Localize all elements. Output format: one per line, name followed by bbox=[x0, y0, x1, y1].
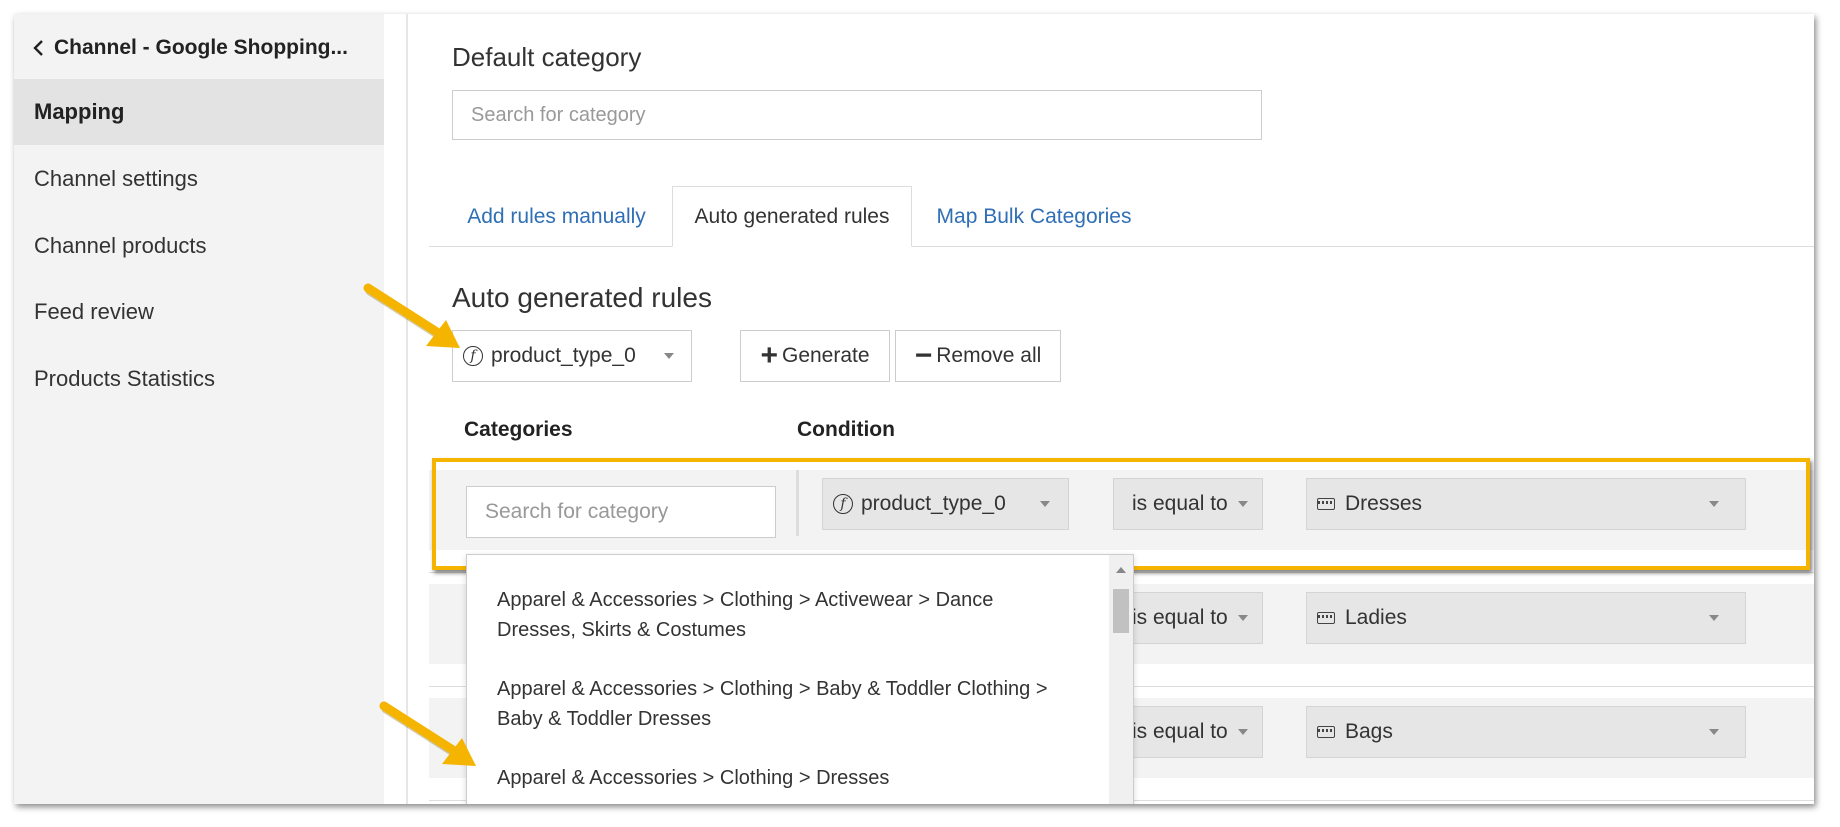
category-suggestion-dresses[interactable]: Apparel & Accessories > Clothing > Dress… bbox=[497, 763, 1077, 793]
rule-value: Bags bbox=[1345, 720, 1393, 743]
annotation-arrow-icon bbox=[363, 283, 460, 348]
rule-operator-value: is equal to bbox=[1132, 720, 1228, 743]
panel-divider bbox=[406, 14, 408, 804]
back-link[interactable]: Channel - Google Shopping... bbox=[28, 32, 348, 64]
generate-button[interactable]: + Generate bbox=[740, 330, 890, 382]
suggestion-line: Dresses, Skirts & Costumes bbox=[497, 619, 746, 641]
minus-icon: − bbox=[914, 339, 933, 372]
tab-auto-generated-rules[interactable]: Auto generated rules bbox=[672, 186, 912, 247]
sidebar-item-mapping[interactable]: Mapping bbox=[14, 79, 384, 145]
keyboard-icon bbox=[1317, 726, 1335, 738]
chevron-down-icon bbox=[1709, 615, 1719, 621]
rule-operator-select[interactable]: is equal to bbox=[1113, 706, 1263, 758]
generate-label: Generate bbox=[781, 344, 870, 367]
remove-all-label: Remove all bbox=[936, 344, 1042, 367]
plus-icon: + bbox=[760, 339, 778, 372]
tab-add-rules-manually[interactable]: Add rules manually bbox=[444, 186, 669, 247]
remove-all-button[interactable]: − Remove all bbox=[895, 330, 1061, 382]
suggestion-line: Baby & Toddler Dresses bbox=[497, 708, 712, 730]
rule-value: Ladies bbox=[1345, 606, 1407, 629]
field-select-value: product_type_0 bbox=[491, 344, 636, 367]
rule-operator-value: is equal to bbox=[1132, 606, 1228, 629]
chevron-down-icon bbox=[1237, 615, 1248, 621]
category-suggestions-dropdown: Apparel & Accessories > Clothing > Activ… bbox=[466, 554, 1134, 804]
rule-value-select[interactable]: Bags bbox=[1306, 706, 1746, 758]
chevron-down-icon bbox=[1709, 729, 1719, 735]
keyboard-icon bbox=[1317, 612, 1335, 624]
field-select[interactable]: f product_type_0 bbox=[452, 330, 692, 382]
scroll-up-icon[interactable] bbox=[1116, 567, 1126, 573]
sidebar-item-channel-settings[interactable]: Channel settings bbox=[14, 146, 384, 212]
tab-map-bulk-categories[interactable]: Map Bulk Categories bbox=[924, 186, 1144, 247]
sidebar: Channel - Google Shopping... Mapping Cha… bbox=[14, 14, 384, 804]
suggestion-line: Apparel & Accessories > Clothing > Baby … bbox=[497, 678, 1048, 700]
suggestion-line: Apparel & Accessories > Clothing > Dress… bbox=[497, 767, 890, 789]
dropdown-scrollbar[interactable] bbox=[1109, 555, 1133, 804]
scrollbar-thumb[interactable] bbox=[1113, 589, 1129, 633]
category-suggestion[interactable]: Apparel & Accessories > Clothing > Baby … bbox=[497, 674, 1077, 734]
sidebar-item-products-statistics[interactable]: Products Statistics bbox=[14, 346, 384, 412]
default-category-heading: Default category bbox=[452, 42, 642, 72]
chevron-down-icon bbox=[663, 353, 674, 359]
sidebar-item-feed-review[interactable]: Feed review bbox=[14, 279, 384, 345]
categories-column-header: Categories bbox=[464, 418, 573, 441]
rule-operator-select[interactable]: is equal to bbox=[1113, 592, 1263, 644]
auto-generated-heading: Auto generated rules bbox=[452, 282, 712, 313]
channel-title: Channel - Google Shopping... bbox=[54, 36, 348, 59]
sidebar-item-channel-products[interactable]: Channel products bbox=[14, 213, 384, 279]
app-window: Channel - Google Shopping... Mapping Cha… bbox=[14, 14, 1814, 804]
rule-value-select[interactable]: Ladies bbox=[1306, 592, 1746, 644]
chevron-down-icon bbox=[1237, 729, 1248, 735]
category-suggestion[interactable]: Apparel & Accessories > Clothing > Activ… bbox=[497, 585, 1077, 645]
chevron-left-icon[interactable] bbox=[28, 37, 50, 59]
annotation-arrow-icon bbox=[379, 701, 476, 766]
condition-column-header: Condition bbox=[797, 418, 895, 441]
default-category-search-input[interactable] bbox=[452, 90, 1262, 140]
suggestion-line: Apparel & Accessories > Clothing > Activ… bbox=[497, 589, 994, 611]
